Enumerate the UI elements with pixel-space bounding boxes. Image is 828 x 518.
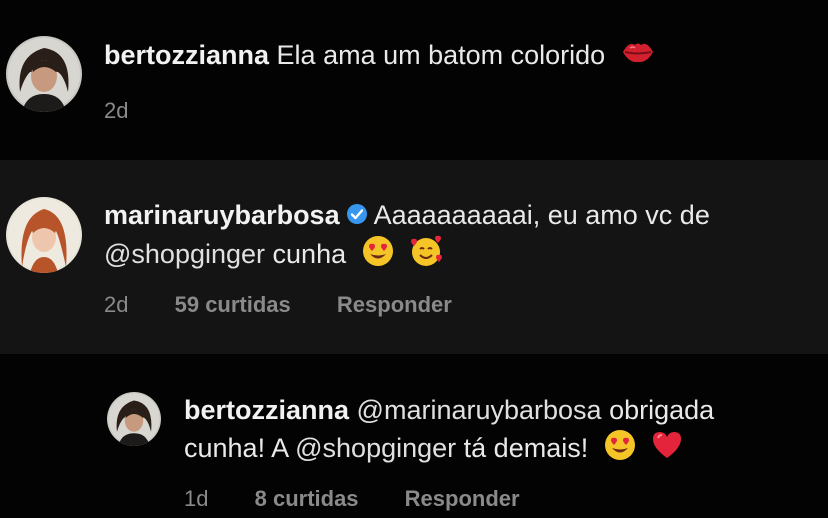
red-heart-icon (651, 430, 683, 470)
comment-text-line-2: @shopginger cunha (104, 234, 443, 278)
heart-eyes-emoji-icon (362, 235, 394, 277)
comment-body-line2-start: cunha! A (184, 433, 288, 464)
comment-text-line: bertozzianna Ela ama um batom colorido (104, 37, 655, 76)
comment-text-line-2: cunha! A @shopginger tá demais! (184, 429, 683, 471)
heart-eyes-emoji-icon (604, 429, 636, 471)
mention-link[interactable]: @shopginger (104, 239, 265, 269)
comment-body-line1: obrigada (609, 395, 715, 425)
avatar-photo-icon (6, 36, 82, 112)
comment-meta: 2d 59 curtidas Responder (104, 292, 492, 318)
comment-marinaruybarbosa: marinaruybarbosa Aaaaaaaaaai, eu amo vc d… (0, 160, 828, 354)
comment-reply-bertozzianna: bertozzianna @marinaruybarbosa obrigada … (0, 354, 828, 518)
likes-count[interactable]: 59 curtidas (175, 292, 291, 317)
smiling-face-with-hearts-icon (409, 234, 443, 278)
comment-username[interactable]: bertozzianna (104, 40, 269, 70)
lips-kiss-icon (621, 38, 655, 76)
mention-link[interactable]: @marinaruybarbosa (357, 395, 602, 425)
avatar[interactable] (6, 36, 82, 112)
comment-time: 1d (184, 486, 209, 511)
comment-text-line-1: bertozzianna @marinaruybarbosa obrigada (184, 392, 714, 429)
likes-count[interactable]: 8 curtidas (255, 486, 359, 511)
avatar[interactable] (107, 392, 161, 446)
comment-body: Ela ama um batom colorido (276, 40, 606, 70)
comment-body-line1: Aaaaaaaaaai, eu amo vc de (373, 200, 710, 230)
comment-time: 2d (104, 292, 129, 317)
comment-time: 2d (104, 98, 129, 123)
reply-button[interactable]: Responder (405, 486, 520, 511)
comment-username[interactable]: marinaruybarbosa (104, 200, 340, 230)
comment-bertozzianna-1: bertozzianna Ela ama um batom colorido 2… (0, 0, 828, 160)
reply-button[interactable]: Responder (337, 292, 452, 317)
comment-username[interactable]: bertozzianna (184, 395, 349, 425)
avatar[interactable] (6, 197, 82, 273)
mention-link[interactable]: @shopginger (295, 433, 456, 463)
verified-badge-icon (346, 198, 368, 235)
comment-meta: 2d (104, 98, 168, 124)
avatar-photo-icon (6, 197, 82, 273)
avatar-photo-icon (107, 392, 161, 446)
comment-text-line-1: marinaruybarbosa Aaaaaaaaaai, eu amo vc d… (104, 197, 710, 235)
comment-body-line2: cunha (272, 239, 347, 270)
comment-body-line2-end: tá demais! (463, 433, 589, 464)
comment-meta: 1d 8 curtidas Responder (184, 486, 560, 512)
